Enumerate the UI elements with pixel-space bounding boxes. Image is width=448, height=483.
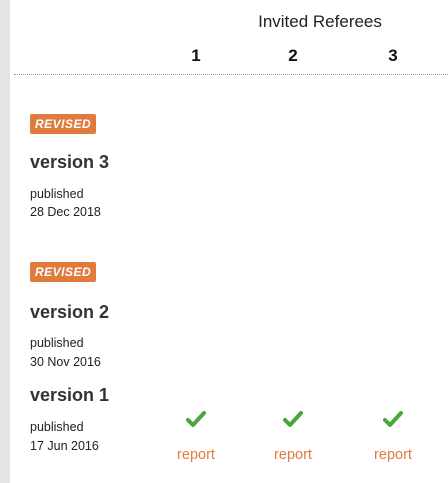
version-status: published <box>30 336 84 350</box>
check-icon <box>176 410 216 433</box>
check-icon <box>273 410 313 433</box>
version-status: published <box>30 420 84 434</box>
referee-report-link-2[interactable]: report <box>263 447 323 463</box>
referee-report-link-1[interactable]: report <box>166 447 226 463</box>
header-divider <box>14 74 448 75</box>
version-date: 30 Nov 2016 <box>30 355 101 369</box>
referee-report-link-3[interactable]: report <box>363 447 423 463</box>
revised-badge: REVISED <box>30 114 97 134</box>
revised-badge: REVISED <box>30 262 97 282</box>
referee-column-2: 2 <box>288 46 298 65</box>
version-date: 28 Dec 2018 <box>30 205 101 219</box>
version-title[interactable]: version 1 <box>30 385 109 406</box>
version-title[interactable]: version 3 <box>30 152 109 173</box>
referee-column-1: 1 <box>191 46 201 65</box>
check-icon <box>373 410 413 433</box>
version-date: 17 Jun 2016 <box>30 439 99 453</box>
version-title[interactable]: version 2 <box>30 302 109 323</box>
invited-referees-heading: Invited Referees <box>258 12 382 31</box>
left-accent-bar <box>0 0 10 483</box>
version-status: published <box>30 187 84 201</box>
referee-column-3: 3 <box>388 46 398 65</box>
